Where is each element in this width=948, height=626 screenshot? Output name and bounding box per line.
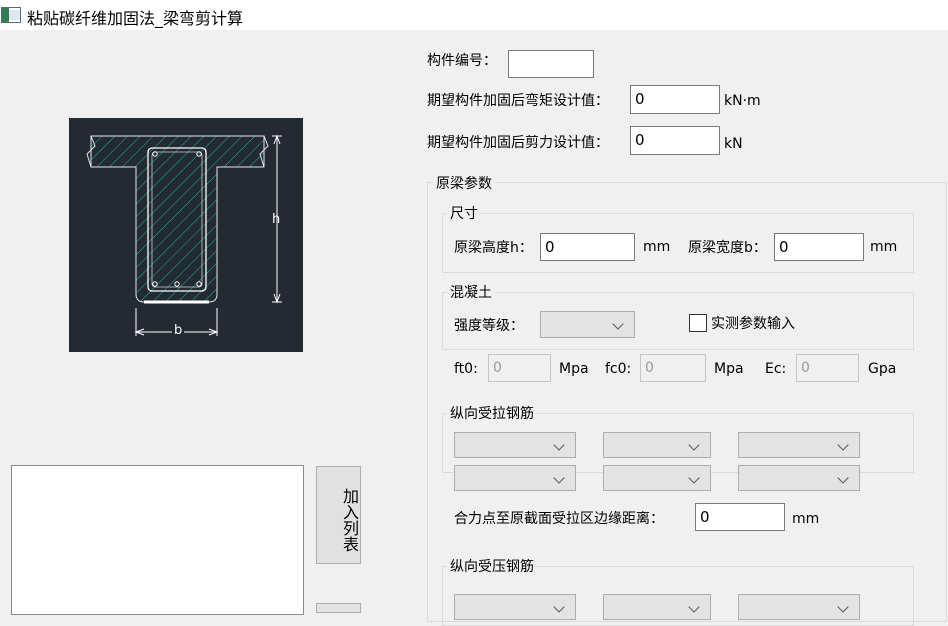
window-title: 粘贴碳纤维加固法_梁弯剪计算 (27, 9, 244, 28)
beam-width-unit: mm (870, 239, 898, 255)
moment-input[interactable]: 0 (630, 85, 720, 114)
shear-unit: kN (724, 136, 743, 152)
chevron-down-icon (688, 439, 700, 451)
grade-label: 强度等级： (454, 318, 524, 334)
distance-input[interactable]: 0 (695, 503, 785, 531)
tension-rebar-select-4[interactable] (454, 465, 576, 491)
fc0-label: fc0: (605, 361, 632, 377)
ec-input[interactable]: 0 (796, 354, 859, 382)
measured-checkbox[interactable] (689, 314, 707, 332)
distance-label: 合力点至原截面受拉区边缘距离： (454, 511, 664, 527)
member-list[interactable] (11, 465, 304, 615)
ec-unit: Gpa (868, 361, 897, 377)
chevron-down-icon (553, 472, 565, 484)
chevron-down-icon (553, 601, 565, 613)
beam-width-input[interactable]: 0 (774, 233, 864, 261)
chevron-down-icon (688, 472, 700, 484)
fc0-unit: Mpa (714, 361, 744, 377)
chevron-down-icon (688, 601, 700, 613)
chevron-down-icon (837, 601, 849, 613)
ft0-unit: Mpa (559, 361, 589, 377)
add-to-list-button[interactable]: 加入列表 (316, 466, 361, 564)
member-id-label: 构件编号： (427, 53, 497, 69)
dimension-h-label: h (272, 212, 281, 227)
grade-select[interactable] (540, 311, 635, 338)
tension-rebar-select-6[interactable] (738, 465, 860, 491)
beam-height-unit: mm (643, 239, 671, 255)
chevron-down-icon (553, 439, 565, 451)
tension-rebar-select-3[interactable] (738, 432, 860, 458)
concrete-title: 混凝土 (447, 284, 495, 302)
ec-label: Ec: (765, 361, 787, 377)
chevron-down-icon (612, 318, 624, 330)
tension-rebar-select-5[interactable] (603, 465, 711, 491)
secondary-list-button[interactable] (316, 603, 361, 613)
t-beam-section-icon (86, 134, 282, 336)
tension-rebar-title: 纵向受拉钢筋 (447, 405, 537, 423)
beam-height-input[interactable]: 0 (540, 233, 635, 261)
shear-input[interactable]: 0 (630, 126, 720, 155)
compression-rebar-select-1[interactable] (454, 594, 576, 620)
compression-rebar-select-2[interactable] (603, 594, 711, 620)
compression-rebar-select-3[interactable] (738, 594, 860, 620)
chevron-down-icon (837, 472, 849, 484)
beam-section-diagram: h b (69, 118, 303, 352)
tension-rebar-select-2[interactable] (603, 432, 711, 458)
chevron-down-icon (837, 439, 849, 451)
beam-height-label: 原梁高度h： (454, 240, 533, 256)
beam-params-title: 原梁参数 (433, 175, 495, 193)
dimension-b-label: b (172, 323, 185, 338)
fc0-input[interactable]: 0 (640, 354, 706, 382)
beam-width-label: 原梁宽度b： (688, 240, 767, 256)
compression-rebar-title: 纵向受压钢筋 (447, 558, 537, 576)
size-title: 尺寸 (447, 205, 481, 223)
moment-unit: kN·m (724, 93, 761, 109)
measured-label: 实测参数输入 (711, 316, 795, 332)
ft0-input[interactable]: 0 (488, 354, 551, 382)
distance-unit: mm (792, 511, 820, 527)
moment-label: 期望构件加固后弯矩设计值： (427, 93, 609, 109)
app-icon (1, 7, 21, 23)
shear-label: 期望构件加固后剪力设计值： (427, 135, 609, 151)
ft0-label: ft0: (454, 361, 478, 377)
title-bar: 粘贴碳纤维加固法_梁弯剪计算 (0, 0, 948, 30)
tension-rebar-select-1[interactable] (454, 432, 576, 458)
member-id-input[interactable] (508, 50, 594, 78)
